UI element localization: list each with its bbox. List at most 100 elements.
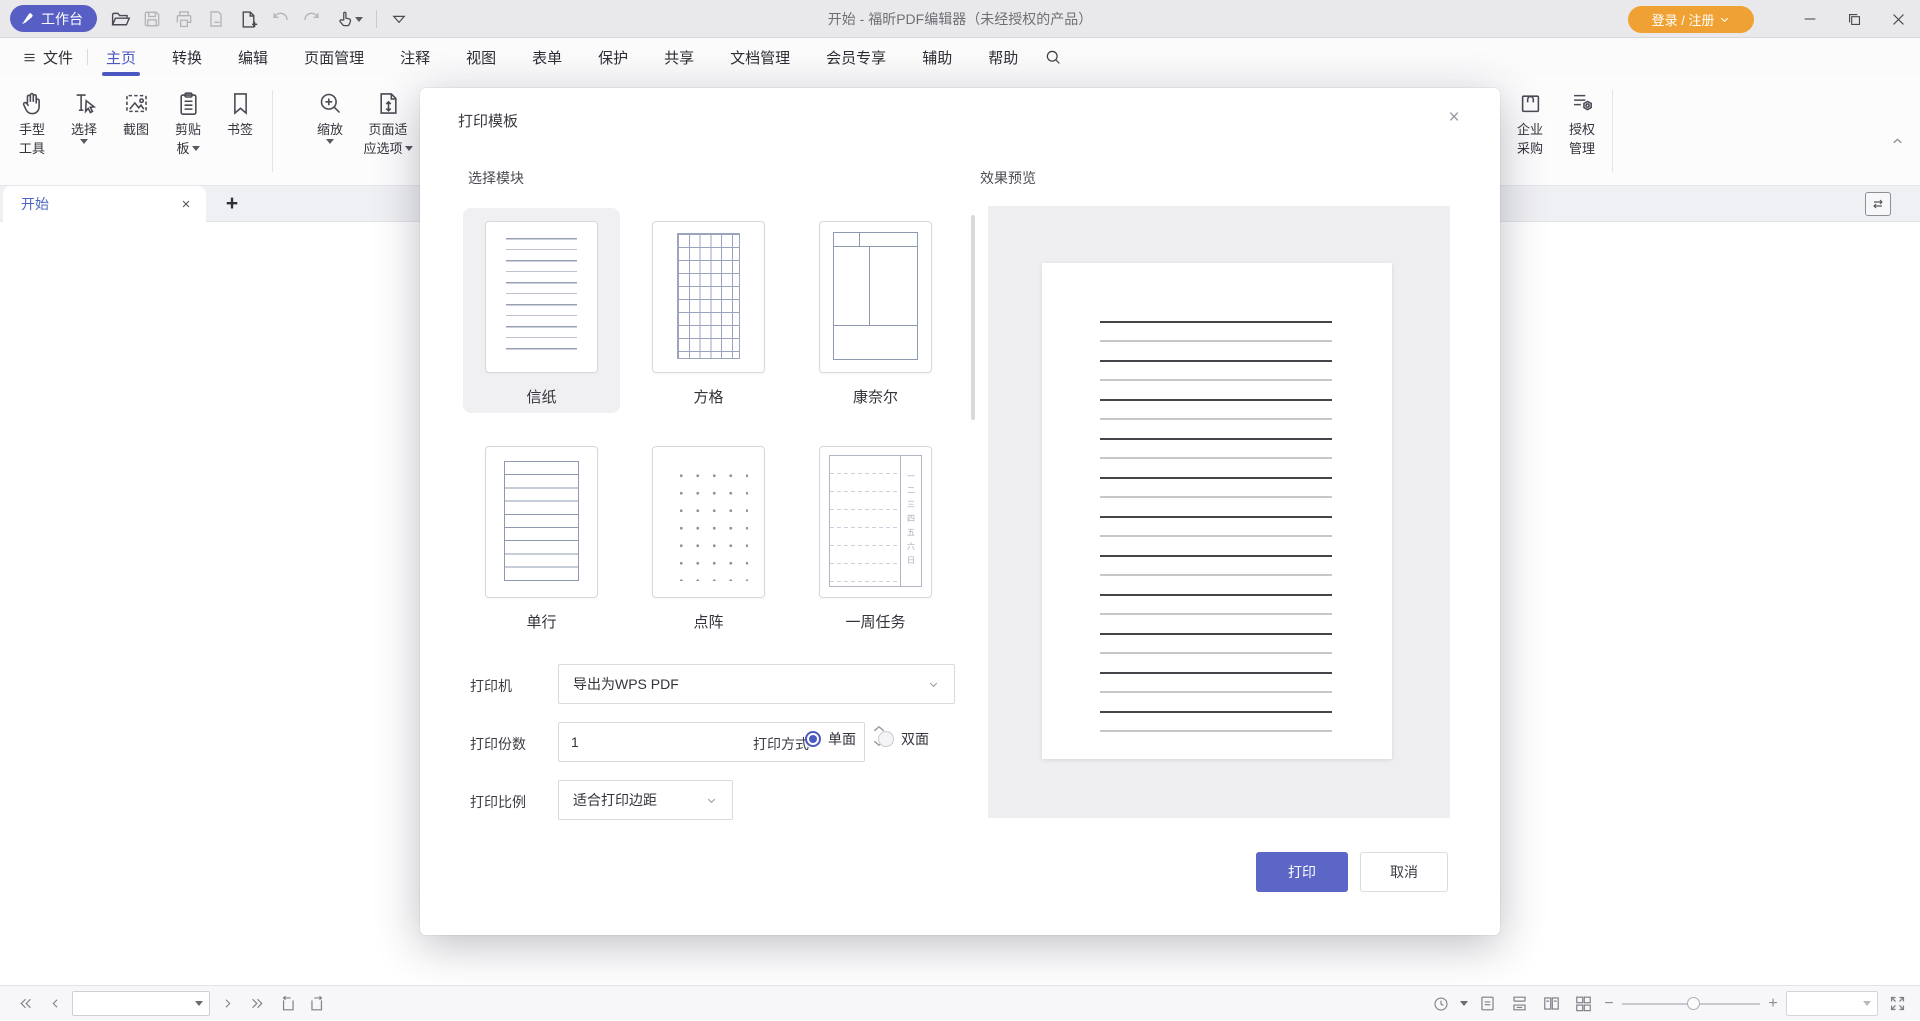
zoom-tool-button[interactable]: 缩放 <box>304 86 356 144</box>
license-gear-icon <box>1569 86 1596 120</box>
hand-click-tool-icon[interactable] <box>328 3 370 35</box>
printer-select[interactable]: 导出为WPS PDF <box>558 664 955 704</box>
workbench-label: 工作台 <box>41 9 83 29</box>
statusbar: − + <box>0 985 1920 1020</box>
zoom-out-icon[interactable]: − <box>1602 995 1616 1013</box>
collapse-ribbon-icon[interactable] <box>1890 134 1905 149</box>
open-folder-icon[interactable] <box>104 3 136 35</box>
menubar: 文件 主页 转换 编辑 页面管理 注释 视图 表单 保护 共享 文档管理 会员专… <box>0 38 1920 76</box>
copy-page-icon[interactable] <box>200 3 232 35</box>
single-page-view-icon[interactable] <box>1474 991 1500 1017</box>
scale-select[interactable]: 适合打印边距 <box>558 780 733 820</box>
tab-help[interactable]: 帮助 <box>970 38 1036 76</box>
history-clock-icon[interactable] <box>1428 991 1454 1017</box>
tab-member[interactable]: 会员专享 <box>808 38 904 76</box>
previous-view-icon[interactable] <box>274 991 300 1017</box>
hand-tool-button[interactable]: 手型 工具 <box>6 86 58 158</box>
foxit-pdf-editor-window: 工作台 <box>0 0 1920 1020</box>
zoom-slider-thumb[interactable] <box>1687 997 1700 1010</box>
hand-tool-caret <box>355 17 363 22</box>
previous-page-icon[interactable] <box>42 991 68 1017</box>
tab-view[interactable]: 视图 <box>448 38 514 76</box>
radio-single-sided[interactable]: 单面 <box>805 729 856 749</box>
template-scrollbar[interactable] <box>971 215 975 420</box>
clipboard-button[interactable]: 剪贴 板 <box>162 86 214 158</box>
dialog-title: 打印模板 <box>458 110 518 131</box>
continuous-view-icon[interactable] <box>1506 991 1532 1017</box>
bookmark-button[interactable]: 书签 <box>214 86 266 139</box>
redo-icon[interactable] <box>296 3 328 35</box>
select-tool-button[interactable]: 选择 <box>58 86 110 144</box>
fullscreen-icon[interactable] <box>1884 991 1910 1017</box>
save-icon[interactable] <box>136 3 168 35</box>
swap-panel-icon[interactable] <box>1865 192 1891 216</box>
next-view-icon[interactable] <box>304 991 330 1017</box>
zoom-caret <box>326 139 334 144</box>
hamburger-icon <box>22 50 37 65</box>
facing-continuous-view-icon[interactable] <box>1570 991 1596 1017</box>
template-letter[interactable]: 信纸 <box>463 208 620 413</box>
preview-panel <box>988 206 1450 818</box>
enterprise-purchase-button[interactable]: 企业 采购 <box>1504 86 1556 158</box>
template-dot-matrix[interactable]: 点阵 <box>630 433 787 638</box>
tab-home[interactable]: 主页 <box>88 38 154 76</box>
new-document-icon[interactable] <box>232 3 264 35</box>
facing-view-icon[interactable] <box>1538 991 1564 1017</box>
search-icon[interactable] <box>1036 38 1070 76</box>
tab-form[interactable]: 表单 <box>514 38 580 76</box>
clipboard-caret <box>192 146 200 151</box>
zoom-in-icon[interactable]: + <box>1766 995 1780 1013</box>
print-icon[interactable] <box>168 3 200 35</box>
login-register-button[interactable]: 登录 / 注册 <box>1628 6 1754 33</box>
workbench-button[interactable]: 工作台 <box>10 5 97 32</box>
page-fit-button[interactable]: 页面适 应选项 <box>356 86 420 158</box>
radio-double-sided[interactable]: 双面 <box>878 729 929 749</box>
add-tab-button[interactable]: + <box>218 190 246 218</box>
next-page-icon[interactable] <box>214 991 240 1017</box>
radio-dot <box>878 731 894 747</box>
clipboard-icon <box>175 86 202 120</box>
first-page-icon[interactable] <box>12 991 38 1017</box>
tab-convert[interactable]: 转换 <box>154 38 220 76</box>
template-cornell[interactable]: 康奈尔 <box>797 208 954 413</box>
zoom-level-combo[interactable] <box>1786 991 1878 1016</box>
template-single-line[interactable]: 单行 <box>463 433 620 638</box>
tab-edit[interactable]: 编辑 <box>220 38 286 76</box>
snapshot-button[interactable]: 截图 <box>110 86 162 139</box>
tab-protect[interactable]: 保护 <box>580 38 646 76</box>
template-single-line-thumbnail <box>485 446 598 598</box>
last-page-icon[interactable] <box>244 991 270 1017</box>
close-window-button[interactable] <box>1876 0 1920 38</box>
page-number-combo[interactable] <box>72 991 210 1016</box>
page-navigation <box>12 986 330 1021</box>
tab-comment[interactable]: 注释 <box>382 38 448 76</box>
template-weekly-tasks[interactable]: 一二三四五六日 一周任务 <box>797 433 954 638</box>
restore-button[interactable] <box>1832 0 1876 38</box>
tab-page-manage[interactable]: 页面管理 <box>286 38 382 76</box>
undo-icon[interactable] <box>264 3 296 35</box>
page-fit-icon <box>375 86 402 120</box>
tab-close-icon[interactable]: × <box>172 190 200 218</box>
bookmark-icon <box>227 86 254 120</box>
shopping-bag-icon <box>1517 86 1544 120</box>
print-button[interactable]: 打印 <box>1256 852 1348 892</box>
menu-file[interactable]: 文件 <box>0 38 87 76</box>
cancel-button[interactable]: 取消 <box>1360 852 1448 892</box>
template-letter-thumbnail <box>485 221 598 373</box>
tab-doc-manage[interactable]: 文档管理 <box>712 38 808 76</box>
tab-share[interactable]: 共享 <box>646 38 712 76</box>
tab-assist[interactable]: 辅助 <box>904 38 970 76</box>
minimize-button[interactable] <box>1788 0 1832 38</box>
template-grid-squares[interactable]: 方格 <box>630 208 787 413</box>
copies-label: 打印份数 <box>470 734 526 754</box>
license-manage-button[interactable]: 授权 管理 <box>1556 86 1608 158</box>
tab-start[interactable]: 开始 × <box>3 186 206 222</box>
history-caret[interactable] <box>1460 1001 1468 1006</box>
zoom-slider[interactable] <box>1622 991 1760 1017</box>
customize-toolbar-icon[interactable] <box>383 3 415 35</box>
page-combo-arrow <box>195 1001 203 1006</box>
weekday-column: 一二三四五六日 <box>900 456 921 586</box>
modules-heading: 选择模块 <box>468 168 524 188</box>
hand-tool-icon <box>19 86 46 120</box>
dialog-close-icon[interactable]: × <box>1438 102 1470 134</box>
